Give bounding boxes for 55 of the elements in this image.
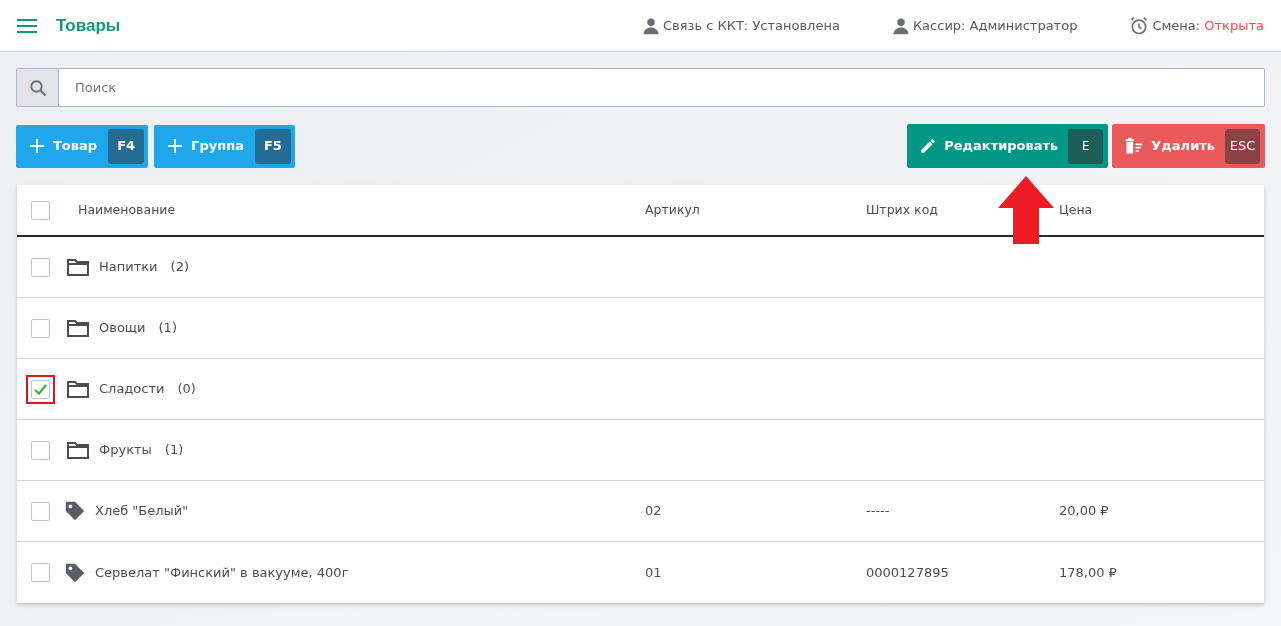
menu-icon[interactable] [17, 18, 37, 33]
tag-icon [64, 561, 86, 584]
add-button[interactable]: Группа F5 [154, 124, 295, 168]
product-name: Сервелат "Финский" в вакууме, 400г [95, 563, 349, 582]
search-icon [28, 78, 47, 97]
search-field[interactable]: Поиск [59, 68, 1265, 107]
group-name: Напитки [99, 258, 158, 277]
delete-button[interactable]: Удалить ESC [1112, 124, 1265, 168]
row-checkbox[interactable] [31, 318, 50, 338]
trash-icon [1124, 136, 1145, 156]
alarm-clock-icon [1129, 15, 1150, 36]
price-cell-text: 178,00 ₽ [1059, 563, 1117, 582]
status-text: Смена: Открыта [1152, 16, 1264, 35]
column-header: Штрих код [866, 200, 939, 219]
folder-icon [67, 441, 89, 459]
tag-icon [64, 500, 86, 522]
plus-icon [167, 138, 184, 154]
product-name: Хлеб "Белый" [95, 502, 189, 521]
item-count: (1) [164, 441, 184, 460]
person-icon [891, 16, 910, 35]
row-checkbox[interactable] [31, 257, 50, 277]
folder-icon [67, 319, 89, 337]
row-checkbox[interactable] [31, 501, 50, 521]
barcode-cell-text: 0000127895 [866, 563, 950, 582]
group-name: Овощи [99, 319, 146, 338]
shortcut-key: F4 [108, 128, 145, 164]
shortcut-key: ESC [1225, 128, 1260, 164]
group-name: Фрукты [99, 441, 152, 460]
pencil-icon [919, 137, 938, 155]
status-text: Связь с ККТ: Установлена [662, 16, 840, 35]
plus-icon [29, 138, 45, 154]
select-all-checkbox[interactable] [31, 200, 50, 220]
barcode-cell-text: ----- [866, 502, 891, 521]
row-checkbox[interactable] [31, 379, 50, 399]
shortcut-key: E [1068, 128, 1104, 164]
article-cell-text: 01 [645, 563, 663, 582]
item-count: (1) [158, 319, 177, 338]
add-button[interactable]: Товар F4 [16, 124, 149, 168]
folder-icon [67, 258, 89, 276]
row-checkbox[interactable] [31, 563, 50, 582]
column-header: Артикул [645, 200, 701, 219]
article-cell-text: 02 [645, 502, 663, 521]
column-header: Цена [1059, 200, 1093, 219]
person-icon [641, 16, 660, 35]
column-header: Наименование [78, 200, 177, 219]
page-title: Товары [56, 14, 121, 37]
price-cell-text: 20,00 ₽ [1059, 502, 1109, 521]
row-checkbox[interactable] [31, 440, 50, 460]
item-count: (2) [170, 258, 189, 277]
group-name: Сладости [99, 380, 165, 399]
folder-icon [67, 380, 89, 398]
status-text: Кассир: Администратор [912, 16, 1078, 35]
shortcut-key: F5 [254, 128, 291, 164]
edit-button[interactable]: Редактировать E [907, 124, 1109, 168]
item-count: (0) [177, 380, 196, 399]
